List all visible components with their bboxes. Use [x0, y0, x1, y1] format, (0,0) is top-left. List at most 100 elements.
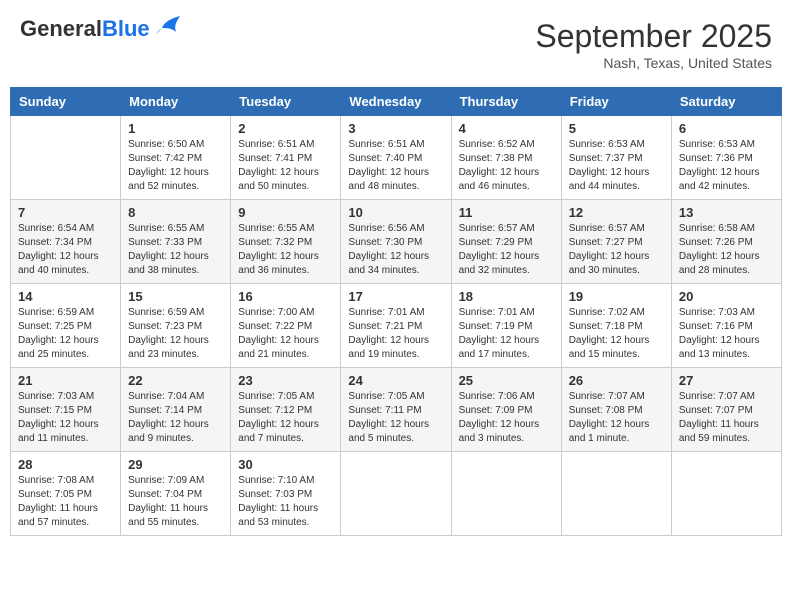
logo: GeneralBlue	[20, 18, 182, 40]
weekday-header-tuesday: Tuesday	[231, 88, 341, 116]
day-number: 7	[18, 205, 113, 220]
day-number: 13	[679, 205, 774, 220]
day-number: 28	[18, 457, 113, 472]
day-info: Sunrise: 6:54 AM Sunset: 7:34 PM Dayligh…	[18, 222, 113, 278]
day-info: Sunrise: 7:04 AM Sunset: 7:14 PM Dayligh…	[128, 390, 223, 446]
calendar-cell: 19Sunrise: 7:02 AM Sunset: 7:18 PM Dayli…	[561, 284, 671, 368]
calendar-cell: 22 Sunrise: 7:04 AM Sunset: 7:14 PM Dayli…	[121, 368, 231, 452]
day-info: Sunrise: 6:52 AM Sunset: 7:38 PM Dayligh…	[459, 138, 554, 194]
day-info: Sunrise: 7:01 AM Sunset: 7:19 PM Dayligh…	[459, 306, 554, 362]
day-number: 12	[569, 205, 664, 220]
day-info: Sunrise: 7:07 AM Sunset: 7:07 PM Dayligh…	[679, 390, 774, 446]
calendar-cell: 27 Sunrise: 7:07 AM Sunset: 7:07 PM Dayli…	[671, 368, 781, 452]
calendar-cell: 2Sunrise: 6:51 AM Sunset: 7:41 PM Daylig…	[231, 116, 341, 200]
day-info: Sunrise: 6:50 AM Sunset: 7:42 PM Dayligh…	[128, 138, 223, 194]
day-info: Sunrise: 7:02 AM Sunset: 7:18 PM Dayligh…	[569, 306, 664, 362]
calendar-cell: 23 Sunrise: 7:05 AM Sunset: 7:12 PM Dayli…	[231, 368, 341, 452]
calendar-cell: 8 Sunrise: 6:55 AM Sunset: 7:33 PM Daylig…	[121, 200, 231, 284]
day-number: 29	[128, 457, 223, 472]
day-number: 9	[238, 205, 333, 220]
weekday-header-thursday: Thursday	[451, 88, 561, 116]
month-title: September 2025	[535, 18, 772, 55]
weekday-header-wednesday: Wednesday	[341, 88, 451, 116]
calendar-cell: 5 Sunrise: 6:53 AM Sunset: 7:37 PM Daylig…	[561, 116, 671, 200]
day-info: Sunrise: 6:59 AM Sunset: 7:25 PM Dayligh…	[18, 306, 113, 362]
calendar-cell: 21 Sunrise: 7:03 AM Sunset: 7:15 PM Dayli…	[11, 368, 121, 452]
day-info: Sunrise: 6:59 AM Sunset: 7:23 PM Dayligh…	[128, 306, 223, 362]
day-number: 23	[238, 373, 333, 388]
calendar-cell	[341, 452, 451, 536]
weekday-header-row: SundayMondayTuesdayWednesdayThursdayFrid…	[11, 88, 782, 116]
calendar-cell: 16Sunrise: 7:00 AM Sunset: 7:22 PM Dayli…	[231, 284, 341, 368]
calendar-cell: 9 Sunrise: 6:55 AM Sunset: 7:32 PM Daylig…	[231, 200, 341, 284]
day-info: Sunrise: 7:01 AM Sunset: 7:21 PM Dayligh…	[348, 306, 443, 362]
calendar-cell: 3 Sunrise: 6:51 AM Sunset: 7:40 PM Daylig…	[341, 116, 451, 200]
day-number: 20	[679, 289, 774, 304]
day-number: 17	[348, 289, 443, 304]
day-info: Sunrise: 7:00 AM Sunset: 7:22 PM Dayligh…	[238, 306, 333, 362]
day-info: Sunrise: 6:55 AM Sunset: 7:33 PM Dayligh…	[128, 222, 223, 278]
page-header: GeneralBlue September 2025 Nash, Texas, …	[10, 10, 782, 79]
day-number: 26	[569, 373, 664, 388]
calendar-cell: 18Sunrise: 7:01 AM Sunset: 7:19 PM Dayli…	[451, 284, 561, 368]
day-info: Sunrise: 6:57 AM Sunset: 7:27 PM Dayligh…	[569, 222, 664, 278]
day-number: 1	[128, 121, 223, 136]
day-number: 3	[348, 121, 443, 136]
day-number: 11	[459, 205, 554, 220]
calendar-cell	[451, 452, 561, 536]
day-number: 4	[459, 121, 554, 136]
calendar-cell: 12 Sunrise: 6:57 AM Sunset: 7:27 PM Dayli…	[561, 200, 671, 284]
day-info: Sunrise: 7:06 AM Sunset: 7:09 PM Dayligh…	[459, 390, 554, 446]
calendar-cell	[11, 116, 121, 200]
calendar-cell: 28 Sunrise: 7:08 AM Sunset: 7:05 PM Dayli…	[11, 452, 121, 536]
day-number: 21	[18, 373, 113, 388]
calendar-cell	[671, 452, 781, 536]
calendar-cell: 29 Sunrise: 7:09 AM Sunset: 7:04 PM Dayli…	[121, 452, 231, 536]
day-number: 15	[128, 289, 223, 304]
calendar-cell: 1 Sunrise: 6:50 AM Sunset: 7:42 PM Daylig…	[121, 116, 231, 200]
calendar-cell: 26 Sunrise: 7:07 AM Sunset: 7:08 PM Dayli…	[561, 368, 671, 452]
logo-bird-icon	[154, 14, 182, 36]
day-number: 25	[459, 373, 554, 388]
day-info: Sunrise: 6:55 AM Sunset: 7:32 PM Dayligh…	[238, 222, 333, 278]
weekday-header-sunday: Sunday	[11, 88, 121, 116]
day-info: Sunrise: 7:03 AM Sunset: 7:16 PM Dayligh…	[679, 306, 774, 362]
weekday-header-monday: Monday	[121, 88, 231, 116]
calendar-week-row: 28 Sunrise: 7:08 AM Sunset: 7:05 PM Dayli…	[11, 452, 782, 536]
day-info: Sunrise: 6:51 AM Sunset: 7:40 PM Dayligh…	[348, 138, 443, 194]
calendar-cell: 24 Sunrise: 7:05 AM Sunset: 7:11 PM Dayli…	[341, 368, 451, 452]
calendar-cell: 4 Sunrise: 6:52 AM Sunset: 7:38 PM Daylig…	[451, 116, 561, 200]
day-number: 24	[348, 373, 443, 388]
day-number: 5	[569, 121, 664, 136]
day-number: 22	[128, 373, 223, 388]
day-number: 8	[128, 205, 223, 220]
day-info: Sunrise: 7:05 AM Sunset: 7:12 PM Dayligh…	[238, 390, 333, 446]
calendar-week-row: 14Sunrise: 6:59 AM Sunset: 7:25 PM Dayli…	[11, 284, 782, 368]
day-info: Sunrise: 6:53 AM Sunset: 7:37 PM Dayligh…	[569, 138, 664, 194]
day-number: 2	[238, 121, 333, 136]
day-info: Sunrise: 7:07 AM Sunset: 7:08 PM Dayligh…	[569, 390, 664, 446]
calendar-cell: 7 Sunrise: 6:54 AM Sunset: 7:34 PM Daylig…	[11, 200, 121, 284]
calendar-cell: 25 Sunrise: 7:06 AM Sunset: 7:09 PM Dayli…	[451, 368, 561, 452]
day-info: Sunrise: 7:03 AM Sunset: 7:15 PM Dayligh…	[18, 390, 113, 446]
day-info: Sunrise: 6:56 AM Sunset: 7:30 PM Dayligh…	[348, 222, 443, 278]
day-info: Sunrise: 7:05 AM Sunset: 7:11 PM Dayligh…	[348, 390, 443, 446]
calendar-cell: 17 Sunrise: 7:01 AM Sunset: 7:21 PM Dayli…	[341, 284, 451, 368]
calendar-cell: 10Sunrise: 6:56 AM Sunset: 7:30 PM Dayli…	[341, 200, 451, 284]
calendar-cell: 15 Sunrise: 6:59 AM Sunset: 7:23 PM Dayli…	[121, 284, 231, 368]
day-number: 27	[679, 373, 774, 388]
calendar-cell: 14Sunrise: 6:59 AM Sunset: 7:25 PM Dayli…	[11, 284, 121, 368]
day-info: Sunrise: 7:09 AM Sunset: 7:04 PM Dayligh…	[128, 474, 223, 530]
calendar-cell: 30Sunrise: 7:10 AM Sunset: 7:03 PM Dayli…	[231, 452, 341, 536]
day-info: Sunrise: 6:58 AM Sunset: 7:26 PM Dayligh…	[679, 222, 774, 278]
title-section: September 2025 Nash, Texas, United State…	[535, 18, 772, 71]
day-info: Sunrise: 6:53 AM Sunset: 7:36 PM Dayligh…	[679, 138, 774, 194]
location-text: Nash, Texas, United States	[535, 55, 772, 71]
calendar-cell: 13 Sunrise: 6:58 AM Sunset: 7:26 PM Dayli…	[671, 200, 781, 284]
calendar-cell: 6Sunrise: 6:53 AM Sunset: 7:36 PM Daylig…	[671, 116, 781, 200]
calendar-cell	[561, 452, 671, 536]
calendar-table: SundayMondayTuesdayWednesdayThursdayFrid…	[10, 87, 782, 536]
weekday-header-saturday: Saturday	[671, 88, 781, 116]
day-info: Sunrise: 7:10 AM Sunset: 7:03 PM Dayligh…	[238, 474, 333, 530]
day-info: Sunrise: 7:08 AM Sunset: 7:05 PM Dayligh…	[18, 474, 113, 530]
